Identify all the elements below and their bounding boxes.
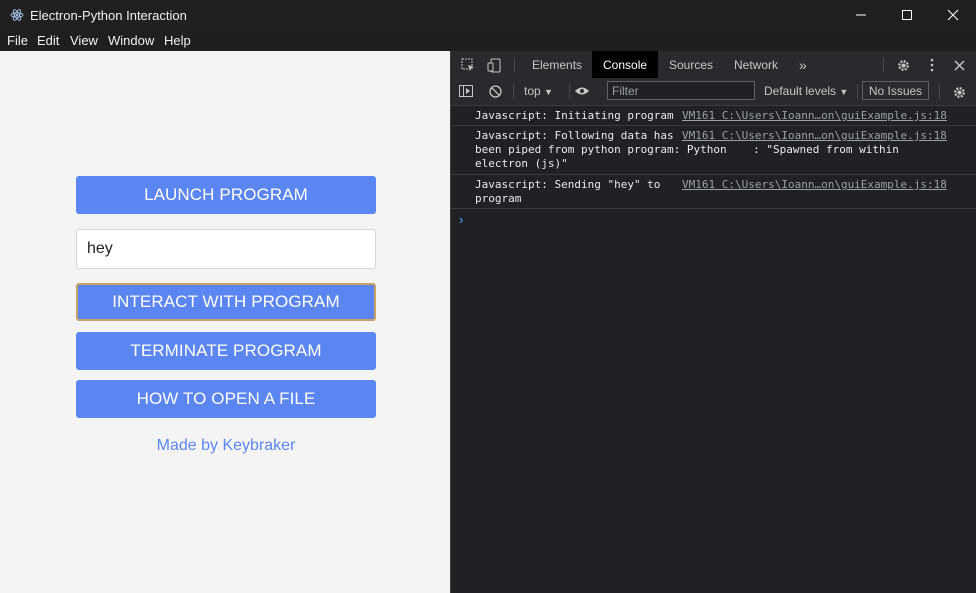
tab-elements[interactable]: Elements [532,51,582,78]
console-message-text: Javascript: Initiating program [475,109,674,122]
console-message-source-link[interactable]: VM161 C:\Users\Ioann…on\guiExample.js:18 [682,129,947,142]
toolbar-divider [514,57,515,72]
issues-button[interactable]: No Issues [862,81,929,100]
clear-console-icon[interactable] [487,83,503,99]
toolbar-divider [883,57,884,72]
electron-app-icon [10,9,24,21]
how-to-open-file-button[interactable]: HOW TO OPEN A FILE [76,380,376,418]
menu-edit[interactable]: Edit [37,33,59,48]
console-message-source-link[interactable]: VM161 C:\Users\Ioann…on\guiExample.js:18 [682,178,947,191]
tab-sources[interactable]: Sources [669,51,713,78]
kebab-menu-icon[interactable] [923,56,941,74]
minimize-button[interactable] [838,0,884,30]
launch-program-button[interactable]: LAUNCH PROGRAM [76,176,376,214]
toolbar-divider [939,84,940,99]
close-icon [947,9,959,21]
minimize-icon [856,14,866,16]
toolbar-divider [857,84,858,99]
close-window-button[interactable] [930,0,976,30]
app-pane: LAUNCH PROGRAM hey INTERACT WITH PROGRAM… [0,51,450,593]
menu-help[interactable]: Help [164,33,191,48]
console-message: Javascript: Sending "hey" to program VM1… [451,175,976,209]
live-expression-eye-icon[interactable] [573,83,591,99]
menu-bar: File Edit View Window Help [0,30,976,51]
device-toolbar-icon[interactable] [485,56,503,74]
maximize-icon [902,10,912,20]
console-settings-gear-icon[interactable] [950,83,968,101]
console-toolbar: top ▼ Filter Default levels ▼ No Issues [451,78,976,106]
menu-file[interactable]: File [7,33,28,48]
show-sidebar-icon[interactable] [458,83,474,99]
message-input-value: hey [87,240,113,257]
console-message-text: Javascript: Sending "hey" to program [475,178,661,205]
credit-link[interactable]: Made by Keybraker [76,437,376,455]
console-prompt-row[interactable]: › [451,209,976,231]
console-message: Javascript: Following data has been pipe… [451,126,976,175]
filter-input[interactable]: Filter [607,81,755,100]
tab-network[interactable]: Network [734,51,778,78]
console-message: Javascript: Initiating program VM161 C:\… [451,106,976,126]
more-tabs-button[interactable]: » [799,51,807,78]
chevron-down-icon: ▼ [544,87,553,97]
settings-gear-icon[interactable] [894,56,912,74]
toolbar-divider [513,84,514,99]
devtools-panel: Elements Console Sources Network » top ▼… [450,51,976,593]
devtools-tab-bar: Elements Console Sources Network » [451,51,976,79]
menu-view[interactable]: View [70,33,98,48]
log-levels-label: Default levels [764,84,837,98]
interact-with-program-button[interactable]: INTERACT WITH PROGRAM [76,283,376,321]
terminate-program-button[interactable]: TERMINATE PROGRAM [76,332,376,370]
title-bar: Electron-Python Interaction [0,0,976,30]
chevron-down-icon: ▼ [839,87,849,97]
window-title: Electron-Python Interaction [30,8,187,23]
inspect-element-icon[interactable] [459,56,477,74]
context-selector-label: top [524,84,541,98]
context-selector[interactable]: top ▼ [524,84,553,98]
console-output: Javascript: Initiating program VM161 C:\… [451,106,976,231]
filter-placeholder: Filter [612,83,639,98]
close-devtools-icon[interactable] [950,56,968,74]
log-levels-dropdown[interactable]: Default levels ▼ [764,84,848,98]
message-input[interactable]: hey [76,229,376,269]
console-message-source-link[interactable]: VM161 C:\Users\Ioann…on\guiExample.js:18 [682,109,947,122]
maximize-button[interactable] [884,0,930,30]
menu-window[interactable]: Window [108,33,154,48]
prompt-chevron-icon: › [459,212,464,227]
toolbar-divider [569,84,570,99]
tab-console[interactable]: Console [592,51,659,78]
